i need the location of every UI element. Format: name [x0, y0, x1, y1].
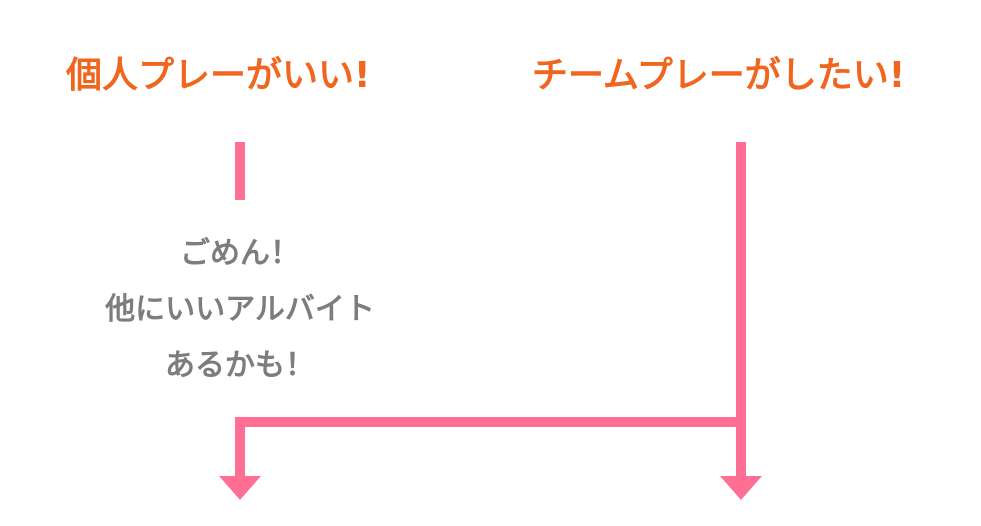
left-arrow-head — [219, 476, 261, 500]
flow-diagram: 個人プレーがいい! チームプレーがしたい! ごめん！ 他にいいアルバイト あるか… — [0, 0, 981, 526]
apology-note: ごめん！ 他にいいアルバイト あるかも！ — [30, 226, 450, 394]
note-line-3: あるかも！ — [165, 348, 315, 383]
note-line-1: ごめん！ — [180, 236, 300, 271]
note-line-2: 他にいいアルバイト — [105, 292, 375, 327]
right-arrow-head — [720, 476, 762, 500]
